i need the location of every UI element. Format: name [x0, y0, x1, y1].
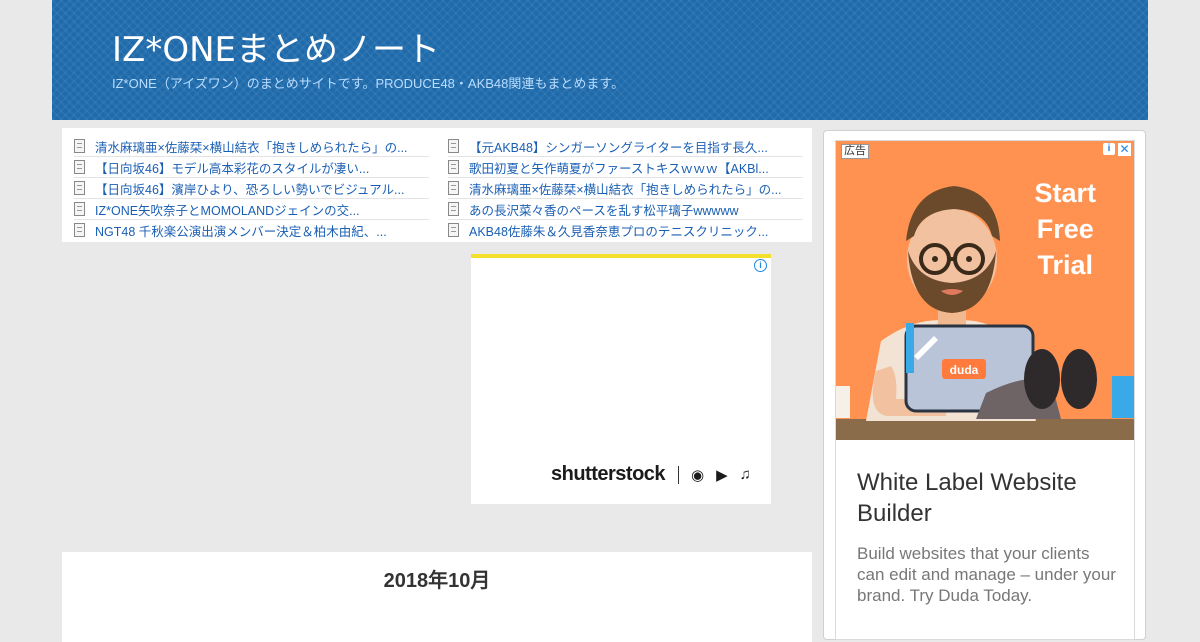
- related-link[interactable]: 【元AKB48】シンガーソングライターを目指す長久...: [448, 136, 803, 157]
- adchoices-icon[interactable]: i: [1103, 143, 1115, 155]
- document-icon: [74, 223, 85, 237]
- site-description: IZ*ONE（アイズワン）のまとめサイトです。PRODUCE48・AKB48関連…: [112, 76, 625, 91]
- laptop-brand: duda: [950, 363, 979, 377]
- related-link[interactable]: 歌田初夏と矢作萌夏がファーストキスｗｗｗ【AKBl...: [448, 157, 803, 178]
- duda-ad[interactable]: 広告 i ✕ duda Start Free Trial White Label…: [835, 140, 1135, 640]
- document-icon: [448, 160, 459, 174]
- related-link[interactable]: IZ*ONE矢吹奈子とMOMOLANDジェインの交...: [74, 199, 429, 220]
- related-link[interactable]: NGT48 千秋楽公演出演メンバー決定＆柏木由紀、...: [74, 220, 429, 240]
- document-icon: [74, 202, 85, 216]
- camera-icon[interactable]: ◉: [691, 466, 704, 484]
- related-links-right: 【元AKB48】シンガーソングライターを目指す長久... 歌田初夏と矢作萌夏がフ…: [448, 136, 803, 240]
- related-link[interactable]: 【日向坂46】モデル高本彩花のスタイルが凄い...: [74, 157, 429, 178]
- related-link[interactable]: あの長沢菜々香のペースを乱す松平璃子wwwww: [448, 199, 803, 220]
- related-link[interactable]: 【日向坂46】濱岸ひより、恐ろしい勢いでビジュアル...: [74, 178, 429, 199]
- ad-label: 広告: [841, 144, 869, 159]
- document-icon: [448, 139, 459, 153]
- media-type-icons: ◉ ▶ ♫: [691, 466, 751, 484]
- document-icon: [74, 181, 85, 195]
- archive-section: 2018年10月: [62, 552, 812, 642]
- document-icon: [74, 160, 85, 174]
- ad-cta[interactable]: Start Free Trial: [1034, 175, 1096, 283]
- divider: [678, 466, 679, 484]
- ad-banner-image[interactable]: 広告 i ✕ duda Start Free Trial: [836, 141, 1134, 440]
- archive-month-title: 2018年10月: [383, 570, 491, 592]
- shutterstock-ad[interactable]: i shutterstock ◉ ▶ ♫: [471, 254, 771, 504]
- adchoices-icon[interactable]: i: [754, 259, 767, 272]
- document-icon: [448, 202, 459, 216]
- close-icon[interactable]: ✕: [1118, 143, 1131, 156]
- document-icon: [448, 181, 459, 195]
- related-links-left: 清水麻璃亜×佐藤栞×横山結衣「抱きしめられたら」の... 【日向坂46】モデル高…: [74, 136, 429, 240]
- related-link[interactable]: 清水麻璃亜×佐藤栞×横山結衣「抱きしめられたら」の...: [448, 178, 803, 199]
- related-link[interactable]: AKB48佐藤朱＆久見香奈恵プロのテニスクリニック...: [448, 220, 803, 240]
- related-link[interactable]: 清水麻璃亜×佐藤栞×横山結衣「抱きしめられたら」の...: [74, 136, 429, 157]
- site-header: IZ*ONEまとめノート IZ*ONE（アイズワン）のまとめサイトです。PROD…: [52, 0, 1148, 120]
- shutterstock-logo[interactable]: shutterstock: [551, 463, 666, 486]
- video-icon[interactable]: ▶: [716, 466, 728, 484]
- document-icon: [74, 139, 85, 153]
- ad-title[interactable]: White Label Website Builder: [857, 467, 1117, 529]
- site-title[interactable]: IZ*ONEまとめノート: [112, 22, 440, 71]
- ad-body[interactable]: Build websites that your clients can edi…: [857, 543, 1117, 606]
- music-icon[interactable]: ♫: [740, 466, 751, 484]
- related-links-box: 清水麻璃亜×佐藤栞×横山結衣「抱きしめられたら」の... 【日向坂46】モデル高…: [62, 128, 812, 242]
- document-icon: [448, 223, 459, 237]
